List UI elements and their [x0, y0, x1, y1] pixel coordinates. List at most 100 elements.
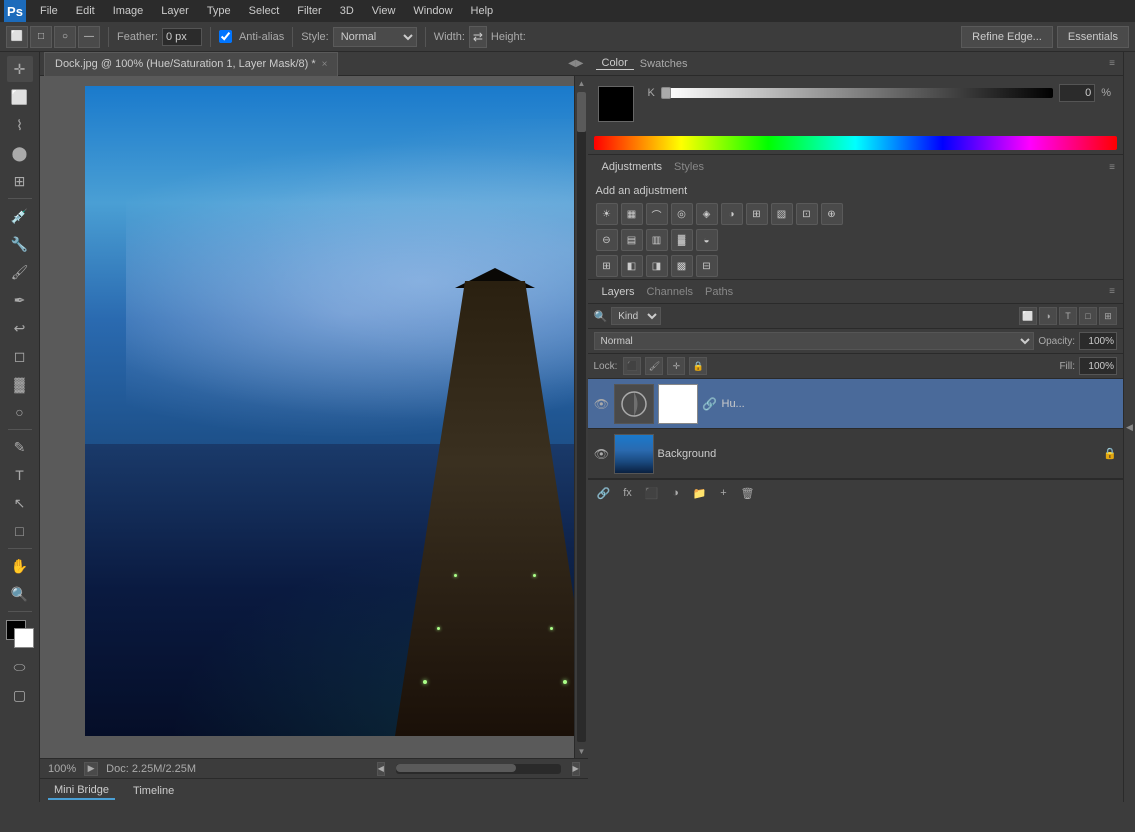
adj-posterize-btn[interactable]: ▤ [621, 229, 643, 251]
layer-item-hue-sat[interactable]: 👁 🔗 Hu... [588, 379, 1124, 429]
menu-view[interactable]: View [364, 3, 404, 19]
hscroll-thumb[interactable] [396, 764, 516, 772]
layer-group-btn[interactable]: 📁 [690, 483, 710, 503]
menu-select[interactable]: Select [241, 3, 288, 19]
style-select[interactable]: Normal Fixed Ratio Fixed Size [333, 27, 417, 47]
hscroll-track[interactable] [396, 764, 561, 774]
adj-panel-collapse[interactable]: ≡ [1109, 162, 1115, 173]
color-preview-swatch[interactable] [598, 86, 634, 122]
menu-type[interactable]: Type [199, 3, 239, 19]
layer-fx-btn[interactable]: fx [618, 483, 638, 503]
foreground-background-colors[interactable] [6, 620, 34, 648]
opacity-input[interactable] [1079, 332, 1117, 350]
filter-smartobj-icon[interactable]: ⊞ [1099, 307, 1117, 325]
toolbar-circle-btn[interactable]: ○ [54, 26, 76, 48]
tool-text[interactable]: T [7, 462, 33, 488]
layers-tab[interactable]: Layers [596, 286, 641, 298]
adj-color-balance-btn[interactable]: ⊞ [746, 203, 768, 225]
adj-curves-btn[interactable]: ⌒ [646, 203, 668, 225]
status-nav-right[interactable]: ▶ [572, 762, 580, 776]
lock-all-btn[interactable]: 🔒 [689, 357, 707, 375]
color-k-input[interactable] [1059, 84, 1095, 102]
adj-vibrance-btn[interactable]: ◈ [696, 203, 718, 225]
essentials-button[interactable]: Essentials [1057, 26, 1129, 48]
menu-file[interactable]: File [32, 3, 66, 19]
color-panel-collapse[interactable]: ≡ [1109, 58, 1115, 69]
tool-shape[interactable]: □ [7, 518, 33, 544]
status-icon[interactable]: ▶ [84, 762, 98, 776]
tool-crop[interactable]: ⊞ [7, 168, 33, 194]
tool-rectangular-marquee[interactable]: ⬜ [7, 84, 33, 110]
toolbar-marquee-btn[interactable]: ⬜ [6, 26, 28, 48]
tool-spot-healing[interactable]: 🔧 [7, 231, 33, 257]
layer-delete-btn[interactable]: 🗑 [738, 483, 758, 503]
fill-input[interactable] [1079, 357, 1117, 375]
adj-brightness-btn[interactable]: ☀ [596, 203, 618, 225]
refine-edge-button[interactable]: Refine Edge... [961, 26, 1053, 48]
status-nav-left[interactable]: ◀ [377, 762, 385, 776]
menu-3d[interactable]: 3D [332, 3, 362, 19]
lock-transparent-btn[interactable]: ⬛ [623, 357, 641, 375]
color-tab[interactable]: Color [596, 57, 634, 70]
tab-scroll-arrows[interactable]: ◀▶ [568, 58, 583, 69]
tool-quick-select[interactable]: ⬤ [7, 140, 33, 166]
adj-icon3-5[interactable]: ⊟ [696, 255, 718, 277]
adj-icon3-3[interactable]: ◨ [646, 255, 668, 277]
menu-filter[interactable]: Filter [289, 3, 329, 19]
tool-quick-mask[interactable]: ⬭ [7, 654, 33, 680]
tool-lasso[interactable]: ⌇ [7, 112, 33, 138]
channels-tab[interactable]: Channels [641, 286, 699, 298]
anti-alias-checkbox[interactable] [219, 30, 232, 43]
color-spectrum[interactable] [594, 136, 1118, 150]
toolbar-single-row-btn[interactable]: — [78, 26, 100, 48]
filter-type-icon[interactable]: T [1059, 307, 1077, 325]
swatches-tab[interactable]: Swatches [634, 58, 694, 70]
tool-gradient[interactable]: ▓ [7, 371, 33, 397]
mini-bridge-tab[interactable]: Mini Bridge [48, 782, 115, 800]
adj-threshold-btn[interactable]: ▥ [646, 229, 668, 251]
menu-layer[interactable]: Layer [153, 3, 197, 19]
layers-kind-select[interactable]: Kind [611, 307, 661, 325]
menu-help[interactable]: Help [463, 3, 502, 19]
menu-edit[interactable]: Edit [68, 3, 103, 19]
adj-exposure-btn[interactable]: ◎ [671, 203, 693, 225]
tool-brush[interactable]: 🖌 [7, 259, 33, 285]
adj-selective-color-btn[interactable]: ◒ [696, 229, 718, 251]
menu-image[interactable]: Image [105, 3, 152, 19]
adj-icon3-1[interactable]: ⊞ [596, 255, 618, 277]
tool-hand[interactable]: ✋ [7, 553, 33, 579]
styles-tab[interactable]: Styles [668, 161, 710, 173]
vscroll-down[interactable]: ▼ [575, 744, 588, 758]
layer-eye-background[interactable]: 👁 [594, 446, 610, 462]
color-k-thumb[interactable] [661, 87, 671, 99]
swap-dimensions-btn[interactable]: ⇄ [469, 26, 487, 48]
feather-input[interactable] [162, 28, 202, 46]
adj-invert-btn[interactable]: ⊖ [596, 229, 618, 251]
filter-pixel-icon[interactable]: ⬜ [1019, 307, 1037, 325]
tool-eraser[interactable]: ◻ [7, 343, 33, 369]
layer-eye-hue-sat[interactable]: 👁 [594, 396, 610, 412]
tool-move[interactable]: ✛ [7, 56, 33, 82]
layer-new-btn[interactable]: + [714, 483, 734, 503]
blend-mode-select[interactable]: Normal Dissolve Multiply [594, 332, 1035, 350]
adj-photo-filter-btn[interactable]: ⊡ [796, 203, 818, 225]
tool-pen[interactable]: ✎ [7, 434, 33, 460]
layer-adjustment-btn[interactable]: ◑ [666, 483, 686, 503]
layers-panel-collapse[interactable]: ≡ [1109, 286, 1115, 297]
adj-levels-btn[interactable]: ▦ [621, 203, 643, 225]
paths-tab[interactable]: Paths [699, 286, 739, 298]
tool-zoom[interactable]: 🔍 [7, 581, 33, 607]
tool-path-select[interactable]: ↖ [7, 490, 33, 516]
canvas-vscroll[interactable]: ▲ ▼ [574, 76, 588, 758]
layer-link-footer-btn[interactable]: 🔗 [594, 483, 614, 503]
background-color[interactable] [14, 628, 34, 648]
lock-image-btn[interactable]: 🖌 [645, 357, 663, 375]
layer-item-background[interactable]: 👁 Background 🔒 [588, 429, 1124, 479]
adj-gradient-map-btn[interactable]: ▓ [671, 229, 693, 251]
color-k-track[interactable] [666, 88, 1054, 98]
canvas-tab-dock[interactable]: Dock.jpg @ 100% (Hue/Saturation 1, Layer… [44, 52, 338, 76]
layer-mask-footer-btn[interactable]: ⬛ [642, 483, 662, 503]
tool-screen-mode[interactable]: ▢ [7, 682, 33, 708]
adj-icon3-4[interactable]: ▩ [671, 255, 693, 277]
adj-channel-mixer-btn[interactable]: ⊕ [821, 203, 843, 225]
